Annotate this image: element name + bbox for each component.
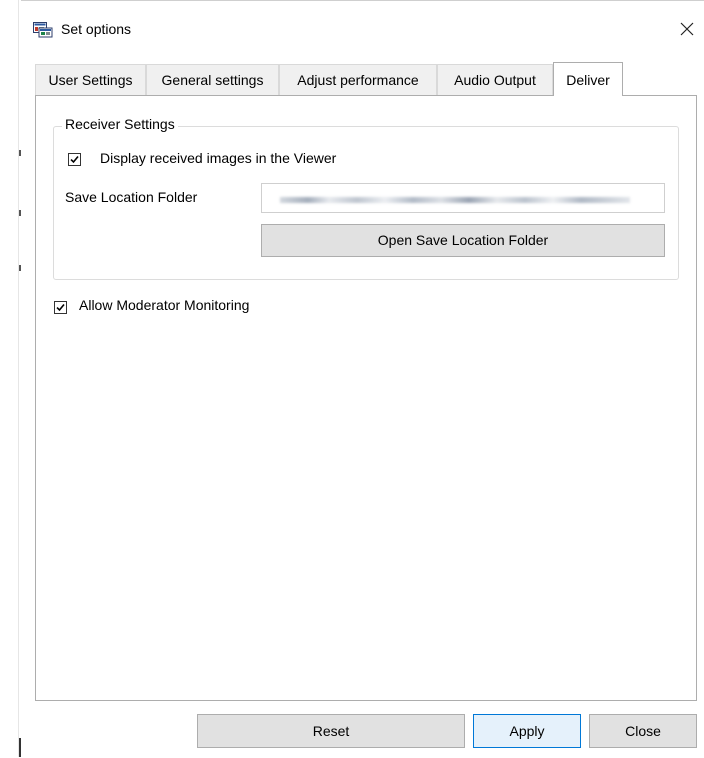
display-received-images-checkbox[interactable] — [68, 153, 81, 166]
checkmark-icon — [70, 155, 79, 164]
deliver-tab-panel: Receiver Settings Display received image… — [35, 95, 697, 701]
display-received-images-label: Display received images in the Viewer — [100, 150, 337, 166]
window-title: Set options — [61, 21, 132, 37]
tab-deliver[interactable]: Deliver — [553, 62, 623, 96]
close-button[interactable]: Close — [589, 714, 697, 748]
apply-button[interactable]: Apply — [473, 714, 581, 748]
tab-adjust-performance[interactable]: Adjust performance — [279, 64, 437, 95]
save-location-label: Save Location Folder — [65, 189, 198, 205]
open-save-location-folder-button[interactable]: Open Save Location Folder — [261, 224, 665, 257]
tab-general-settings[interactable]: General settings — [146, 64, 279, 95]
allow-moderator-monitoring-checkbox[interactable] — [54, 301, 67, 314]
tab-user-settings[interactable]: User Settings — [35, 64, 146, 95]
options-window-icon — [33, 22, 53, 38]
set-options-dialog: Set options User Settings General settin… — [21, 0, 704, 758]
redacted-path — [280, 197, 630, 203]
close-icon — [680, 22, 694, 39]
title-bar: Set options — [21, 1, 704, 57]
checkmark-icon — [56, 303, 65, 312]
allow-moderator-monitoring-label: Allow Moderator Monitoring — [79, 297, 250, 313]
receiver-settings-group: Receiver Settings Display received image… — [53, 116, 679, 280]
save-location-input[interactable] — [261, 183, 665, 213]
reset-button[interactable]: Reset — [197, 714, 465, 748]
receiver-settings-title: Receiver Settings — [62, 116, 178, 132]
background-window-edge — [0, 0, 21, 757]
close-window-button[interactable] — [672, 15, 702, 45]
tab-audio-output[interactable]: Audio Output — [437, 64, 553, 95]
